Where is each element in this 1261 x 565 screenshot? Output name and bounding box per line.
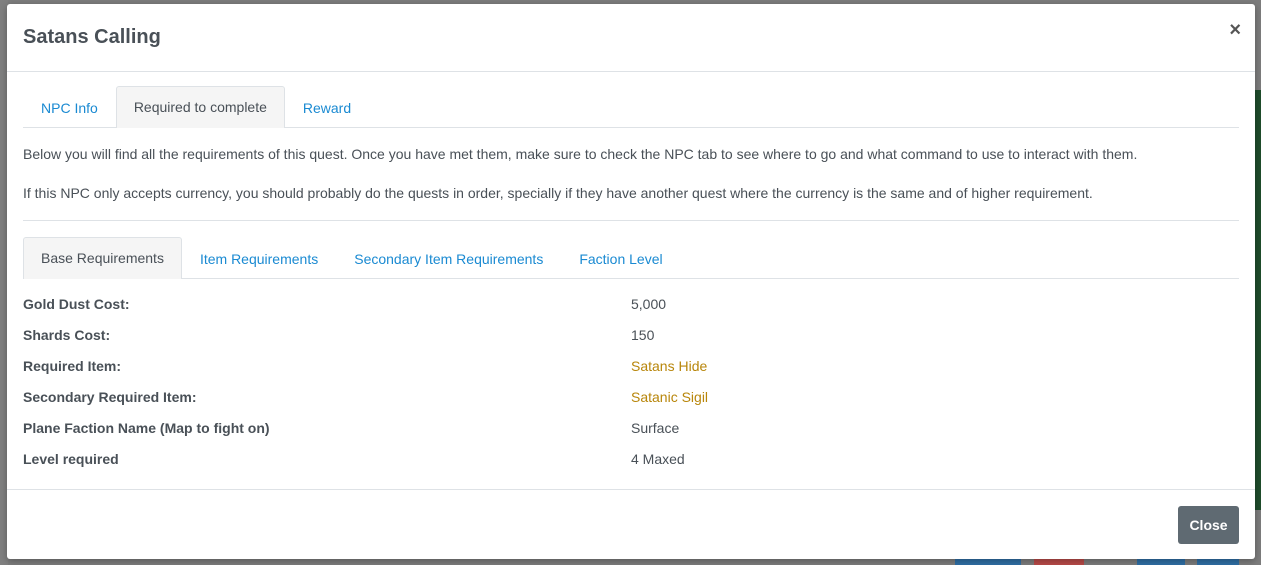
background-side-panel (1255, 90, 1261, 510)
modal-title: Satans Calling (23, 26, 161, 48)
requirements-intro-text: Below you will find all the requirements… (23, 146, 1138, 162)
requirement-label: Gold Dust Cost: (23, 295, 130, 312)
requirement-row: Gold Dust Cost: 5,000 (23, 288, 1239, 319)
close-icon[interactable]: × (1229, 20, 1241, 40)
currency-note-text: If this NPC only accepts currency, you s… (23, 185, 1093, 201)
tab-required-to-complete[interactable]: Required to complete (115, 86, 285, 128)
tab-npc-info[interactable]: NPC Info (23, 87, 116, 128)
requirement-row: Plane Faction Name (Map to fight on) Sur… (23, 412, 1239, 443)
requirement-value: 5,000 (631, 295, 667, 312)
requirement-tabs: Base Requirements Item Requirements Seco… (23, 237, 1239, 279)
required-item-link[interactable]: Satans Hide (631, 358, 707, 374)
secondary-item-link[interactable]: Satanic Sigil (631, 389, 708, 405)
modal-body: NPC Info Required to complete Reward Bel… (7, 72, 1255, 474)
modal-footer: Close (7, 489, 1255, 559)
requirement-label: Level required (23, 450, 119, 467)
requirements-list: Gold Dust Cost: 5,000 Shards Cost: 150 R… (23, 288, 1239, 474)
requirement-row: Shards Cost: 150 (23, 319, 1239, 350)
tab-item-requirements[interactable]: Item Requirements (182, 238, 336, 279)
requirement-label: Required Item: (23, 357, 122, 374)
tab-secondary-item-requirements[interactable]: Secondary Item Requirements (336, 238, 561, 279)
modal-header: Satans Calling × (7, 4, 1255, 72)
tab-base-requirements[interactable]: Base Requirements (23, 237, 182, 279)
requirement-label: Shards Cost: (23, 326, 111, 343)
requirement-label: Plane Faction Name (Map to fight on) (23, 419, 270, 436)
divider (23, 220, 1239, 221)
main-tabs: NPC Info Required to complete Reward (23, 86, 1239, 128)
requirement-row: Secondary Required Item: Satanic Sigil (23, 381, 1239, 412)
tab-faction-level[interactable]: Faction Level (561, 238, 680, 279)
requirement-value: Surface (631, 419, 680, 436)
tab-reward[interactable]: Reward (285, 87, 369, 128)
requirement-value: 150 (631, 326, 655, 343)
quest-modal: Satans Calling × NPC Info Required to co… (7, 4, 1255, 559)
requirement-row: Level required 4 Maxed (23, 443, 1239, 474)
requirement-value: 4 Maxed (631, 450, 685, 467)
requirement-label: Secondary Required Item: (23, 388, 197, 405)
close-button[interactable]: Close (1178, 506, 1239, 544)
requirement-row: Required Item: Satans Hide (23, 350, 1239, 381)
